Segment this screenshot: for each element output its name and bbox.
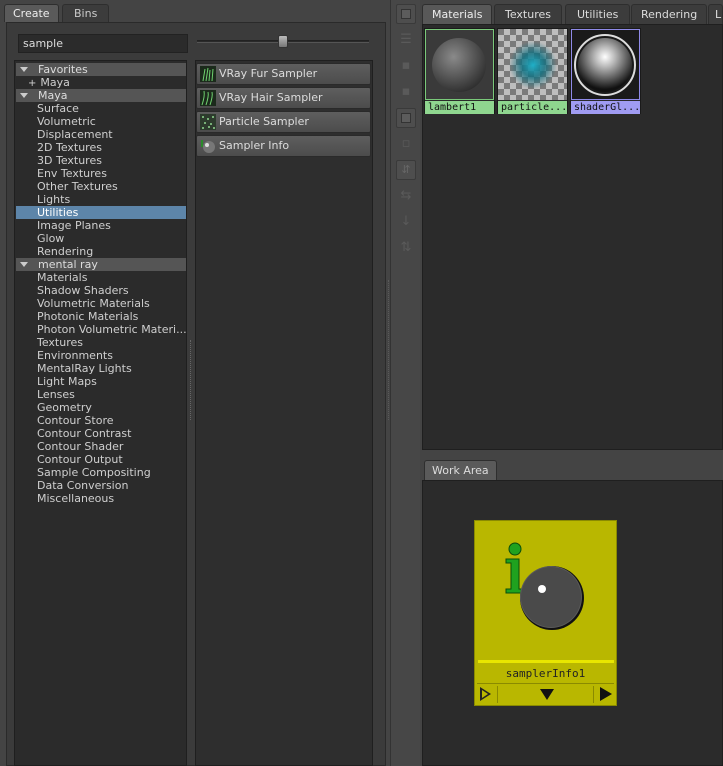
tree-item-2d-textures[interactable]: 2D Textures bbox=[16, 141, 186, 154]
node-button-particle-sampler[interactable]: Particle Sampler bbox=[196, 111, 371, 133]
tree-item-glow[interactable]: Glow bbox=[16, 232, 186, 245]
node-button-label: VRay Fur Sampler bbox=[219, 67, 318, 80]
search-input[interactable]: sample bbox=[18, 34, 188, 53]
panel-icon bbox=[401, 9, 411, 19]
material-label: shaderGl... bbox=[571, 101, 640, 114]
port-divider bbox=[593, 686, 594, 703]
shader-glow-sphere-icon bbox=[571, 29, 640, 100]
tab-lights[interactable]: L bbox=[708, 4, 723, 24]
tree-item-data-conversion[interactable]: Data Conversion bbox=[16, 479, 186, 492]
expand-plus-icon[interactable]: + bbox=[28, 78, 36, 89]
tree-header-favorites[interactable]: Favorites bbox=[16, 63, 186, 76]
tree-item-photon-volumetric-materi-[interactable]: Photon Volumetric Materi... bbox=[16, 323, 186, 336]
material-label: lambert1 bbox=[425, 101, 494, 114]
tree-item-volumetric-materials[interactable]: Volumetric Materials bbox=[16, 297, 186, 310]
node-button-label: Particle Sampler bbox=[219, 115, 309, 128]
tree-item-environments[interactable]: Environments bbox=[16, 349, 186, 362]
tree-item-utilities[interactable]: Utilities bbox=[16, 206, 186, 219]
node-button-vray-fur-sampler[interactable]: VRay Fur Sampler bbox=[196, 63, 371, 85]
arrange-icon[interactable]: ⇆ bbox=[396, 186, 416, 206]
node-divider bbox=[478, 660, 614, 663]
tree-header-maya[interactable]: Maya bbox=[16, 89, 186, 102]
tree-item-photonic-materials[interactable]: Photonic Materials bbox=[16, 310, 186, 323]
slider-handle[interactable] bbox=[278, 35, 288, 48]
layout-button[interactable] bbox=[396, 108, 416, 128]
tab-textures[interactable]: Textures bbox=[494, 4, 562, 24]
tree-item-contour-output[interactable]: Contour Output bbox=[16, 453, 186, 466]
tree-item-contour-contrast[interactable]: Contour Contrast bbox=[16, 427, 186, 440]
tree-item-lenses[interactable]: Lenses bbox=[16, 388, 186, 401]
split-grip[interactable] bbox=[190, 340, 192, 420]
tree-item-image-planes[interactable]: Image Planes bbox=[16, 219, 186, 232]
sampler-info-icon bbox=[505, 542, 584, 630]
expand-attributes-icon[interactable] bbox=[540, 689, 554, 700]
swatch-large-icon[interactable]: ▪ bbox=[396, 82, 416, 102]
input-connections-icon[interactable]: ↓ bbox=[396, 212, 416, 232]
panel-icon bbox=[401, 113, 411, 123]
node-list bbox=[195, 60, 373, 766]
particle-sampler-icon bbox=[200, 114, 216, 130]
tree-item-surface[interactable]: Surface bbox=[16, 102, 186, 115]
tree-item-other-textures[interactable]: Other Textures bbox=[16, 180, 186, 193]
particle-cloud-icon bbox=[498, 29, 567, 100]
tree-item-light-maps[interactable]: Light Maps bbox=[16, 375, 186, 388]
tab-materials[interactable]: Materials bbox=[422, 4, 493, 24]
tree-item-geometry[interactable]: Geometry bbox=[16, 401, 186, 414]
tree-item-3d-textures[interactable]: 3D Textures bbox=[16, 154, 186, 167]
tab-create[interactable]: Create bbox=[4, 4, 59, 22]
tree-header-mental-ray[interactable]: mental ray bbox=[16, 258, 186, 271]
tree-item-favorites-maya[interactable]: + Maya bbox=[16, 76, 186, 89]
node-port-bar bbox=[477, 683, 614, 704]
vertical-toolbar: ☰ ▪ ▪ ▫ ⇵ ⇆ ↓ ⇅ bbox=[388, 0, 420, 766]
toolbar-grip[interactable] bbox=[388, 280, 390, 420]
swatch-icon[interactable]: ▪ bbox=[396, 56, 416, 76]
tree-item-mentalray-lights[interactable]: MentalRay Lights bbox=[16, 362, 186, 375]
collapse-arrow-icon[interactable] bbox=[20, 67, 28, 72]
material-swatch-lambert1[interactable]: lambert1 bbox=[424, 28, 495, 114]
node-button-vray-hair-sampler[interactable]: VRay Hair Sampler bbox=[196, 87, 371, 109]
material-label: particle... bbox=[498, 101, 567, 114]
lambert-sphere-icon bbox=[425, 29, 494, 100]
show-top-tabs-button[interactable] bbox=[396, 4, 416, 24]
tree-item-sample-compositing[interactable]: Sample Compositing bbox=[16, 466, 186, 479]
collapse-arrow-icon[interactable] bbox=[20, 262, 28, 267]
material-swatch-particle[interactable]: particle... bbox=[497, 28, 568, 114]
output-connections-icon[interactable]: ⇅ bbox=[396, 238, 416, 258]
node-button-label: Sampler Info bbox=[219, 139, 290, 152]
tree-item-volumetric[interactable]: Volumetric bbox=[16, 115, 186, 128]
node-label: samplerInfo1 bbox=[505, 667, 586, 680]
port-divider bbox=[497, 686, 498, 703]
tree-item-shadow-shaders[interactable]: Shadow Shaders bbox=[16, 284, 186, 297]
tree-item-lights[interactable]: Lights bbox=[16, 193, 186, 206]
tab-rendering[interactable]: Rendering bbox=[631, 4, 708, 24]
vray-hair-icon bbox=[200, 90, 216, 106]
category-tree: Favorites + Maya Maya Surface Volumetric Di… bbox=[14, 60, 187, 766]
tab-work-area[interactable]: Work Area bbox=[424, 460, 497, 480]
tree-item-textures[interactable]: Textures bbox=[16, 336, 186, 349]
tree-item-rendering[interactable]: Rendering bbox=[16, 245, 186, 258]
vray-fur-icon bbox=[200, 66, 216, 82]
sampler-info-icon bbox=[200, 138, 216, 154]
graph-network-button[interactable]: ⇵ bbox=[396, 160, 416, 180]
node-button-label: VRay Hair Sampler bbox=[219, 91, 323, 104]
output-port-icon[interactable] bbox=[600, 687, 612, 701]
tree-item-contour-store[interactable]: Contour Store bbox=[16, 414, 186, 427]
layout-alt-icon[interactable]: ▫ bbox=[396, 134, 416, 154]
sampler-info-node[interactable]: samplerInfo1 bbox=[474, 520, 617, 706]
tab-utilities[interactable]: Utilities bbox=[565, 4, 631, 24]
tree-item-miscellaneous[interactable]: Miscellaneous bbox=[16, 492, 186, 505]
tree-item-materials[interactable]: Materials bbox=[16, 271, 186, 284]
tab-bins[interactable]: Bins bbox=[62, 4, 110, 22]
collapse-arrow-icon[interactable] bbox=[20, 93, 28, 98]
tree-item-env-textures[interactable]: Env Textures bbox=[16, 167, 186, 180]
node-button-sampler-info[interactable]: Sampler Info bbox=[196, 135, 371, 157]
input-port-icon-fill bbox=[482, 690, 488, 698]
material-swatch-shaderglow[interactable]: shaderGl... bbox=[570, 28, 641, 114]
tree-item-displacement[interactable]: Displacement bbox=[16, 128, 186, 141]
tree-item-contour-shader[interactable]: Contour Shader bbox=[16, 440, 186, 453]
list-view-icon[interactable]: ☰ bbox=[396, 30, 416, 50]
